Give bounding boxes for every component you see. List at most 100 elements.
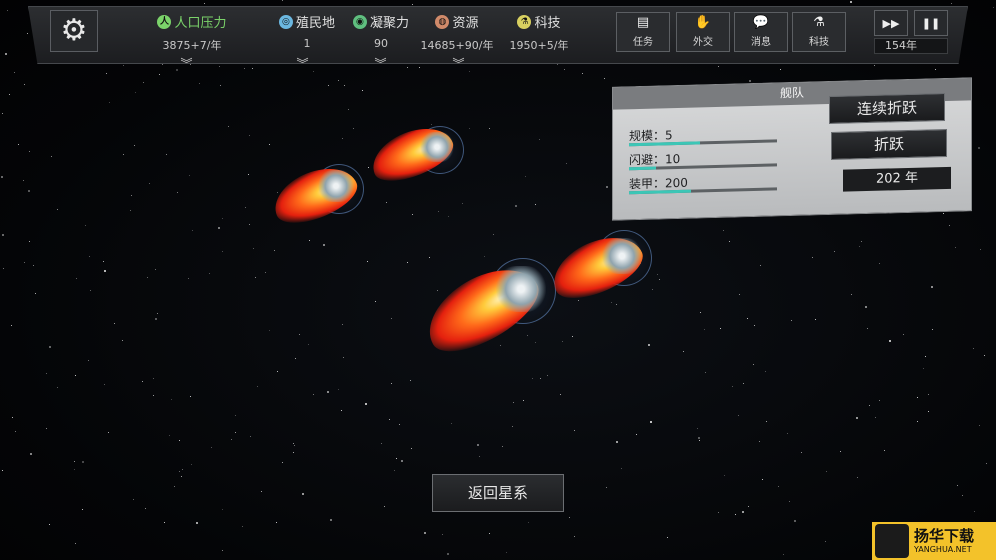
pause-button[interactable]: ❚❚ [914, 10, 948, 36]
star [235, 432, 236, 433]
star [943, 213, 944, 214]
message-button[interactable]: 💬 消息 [734, 12, 788, 52]
star [179, 440, 180, 441]
star [535, 204, 536, 205]
star [109, 102, 110, 103]
tech-icon: ⚗ [517, 14, 532, 29]
fleet-ship[interactable] [414, 252, 564, 366]
star [621, 468, 622, 469]
star [222, 218, 223, 219]
settings-button[interactable]: ⚙ [50, 10, 98, 52]
star [636, 434, 637, 435]
cohesion-value: 90 [374, 37, 388, 50]
jump-button[interactable]: 折跃 [831, 129, 947, 160]
star [547, 375, 548, 376]
star [442, 534, 443, 535]
star [479, 456, 480, 457]
star [789, 501, 790, 502]
fleet-panel: 舰队 规模：5 闪避：10 装甲：200 连续折跃 折跃 202 年 [612, 77, 972, 220]
star [993, 7, 994, 8]
continuous-jump-button[interactable]: 连续折跃 [829, 93, 945, 124]
star [469, 128, 470, 129]
mission-icon: ▤ [636, 15, 650, 30]
star [196, 522, 198, 524]
star [564, 69, 565, 70]
star [123, 154, 124, 155]
star [650, 421, 652, 423]
fleet-ship[interactable] [262, 157, 372, 233]
star [153, 395, 154, 396]
colony-icon: ◎ [278, 14, 293, 29]
chevron-down-icon[interactable]: ︾ [370, 58, 390, 70]
star [381, 443, 382, 444]
star [338, 80, 339, 81]
star [250, 436, 251, 437]
star [700, 312, 701, 313]
stat-cohesion[interactable]: ◉ 凝聚力 90 [348, 12, 414, 58]
chevron-down-icon[interactable]: ︾ [448, 58, 468, 70]
star [515, 205, 517, 207]
tech-button[interactable]: ⚗ 科技 [792, 12, 846, 52]
star [89, 256, 90, 257]
chevron-down-icon[interactable]: ︾ [292, 58, 312, 70]
star [735, 514, 736, 515]
fleet-ship[interactable] [543, 225, 656, 309]
star [23, 180, 24, 181]
star [778, 486, 779, 487]
star [244, 68, 245, 69]
flask-icon: ⚗ [813, 15, 825, 30]
star [85, 225, 86, 226]
star [188, 278, 189, 279]
star [399, 424, 400, 425]
star [979, 425, 980, 426]
star [7, 10, 8, 11]
chevron-down-icon[interactable]: ︾ [176, 58, 196, 70]
star [493, 234, 494, 235]
star [348, 109, 349, 110]
star [302, 493, 304, 495]
star [401, 460, 403, 462]
star [574, 536, 575, 537]
fast-forward-button[interactable]: ▶▶ [874, 10, 908, 36]
star [261, 491, 262, 492]
mission-button[interactable]: ▤ 任务 [616, 12, 670, 52]
star [74, 461, 75, 462]
star [742, 511, 744, 513]
star [74, 469, 75, 470]
stat-population[interactable]: 人人口压力 3875+7/年 [150, 12, 234, 58]
stat-colony[interactable]: ◎ 殖民地 1 [274, 12, 340, 58]
star [705, 372, 706, 373]
target-year: 202 年 [843, 167, 951, 192]
stat-resource[interactable]: ◍ 资源 14685+90/年 [420, 12, 494, 58]
return-to-system-button[interactable]: 返回星系 [432, 474, 564, 512]
star [88, 360, 89, 361]
colony-value: 1 [303, 37, 311, 50]
star [928, 394, 929, 395]
population-icon: 人 [157, 14, 172, 29]
star [704, 329, 705, 330]
star [569, 517, 570, 518]
star [169, 435, 170, 436]
star [794, 520, 796, 522]
star [155, 269, 156, 270]
diplomacy-button[interactable]: ✋ 外交 [676, 12, 730, 52]
star [114, 323, 115, 324]
star [1, 176, 3, 178]
star [825, 541, 826, 542]
star [90, 290, 91, 291]
star [874, 65, 875, 66]
tech-value: 1950+5/年 [509, 39, 569, 52]
stat-tech[interactable]: ⚗ 科技 1950+5/年 [504, 12, 574, 58]
fleet-ship[interactable] [360, 117, 464, 191]
star [447, 553, 449, 555]
star [343, 357, 344, 358]
gear-icon: ⚙ [60, 13, 88, 48]
star [753, 364, 754, 365]
star [131, 195, 132, 196]
star [365, 403, 367, 405]
star [386, 202, 387, 203]
star [889, 340, 891, 342]
star [616, 441, 618, 443]
star [153, 378, 154, 379]
star [142, 381, 143, 382]
